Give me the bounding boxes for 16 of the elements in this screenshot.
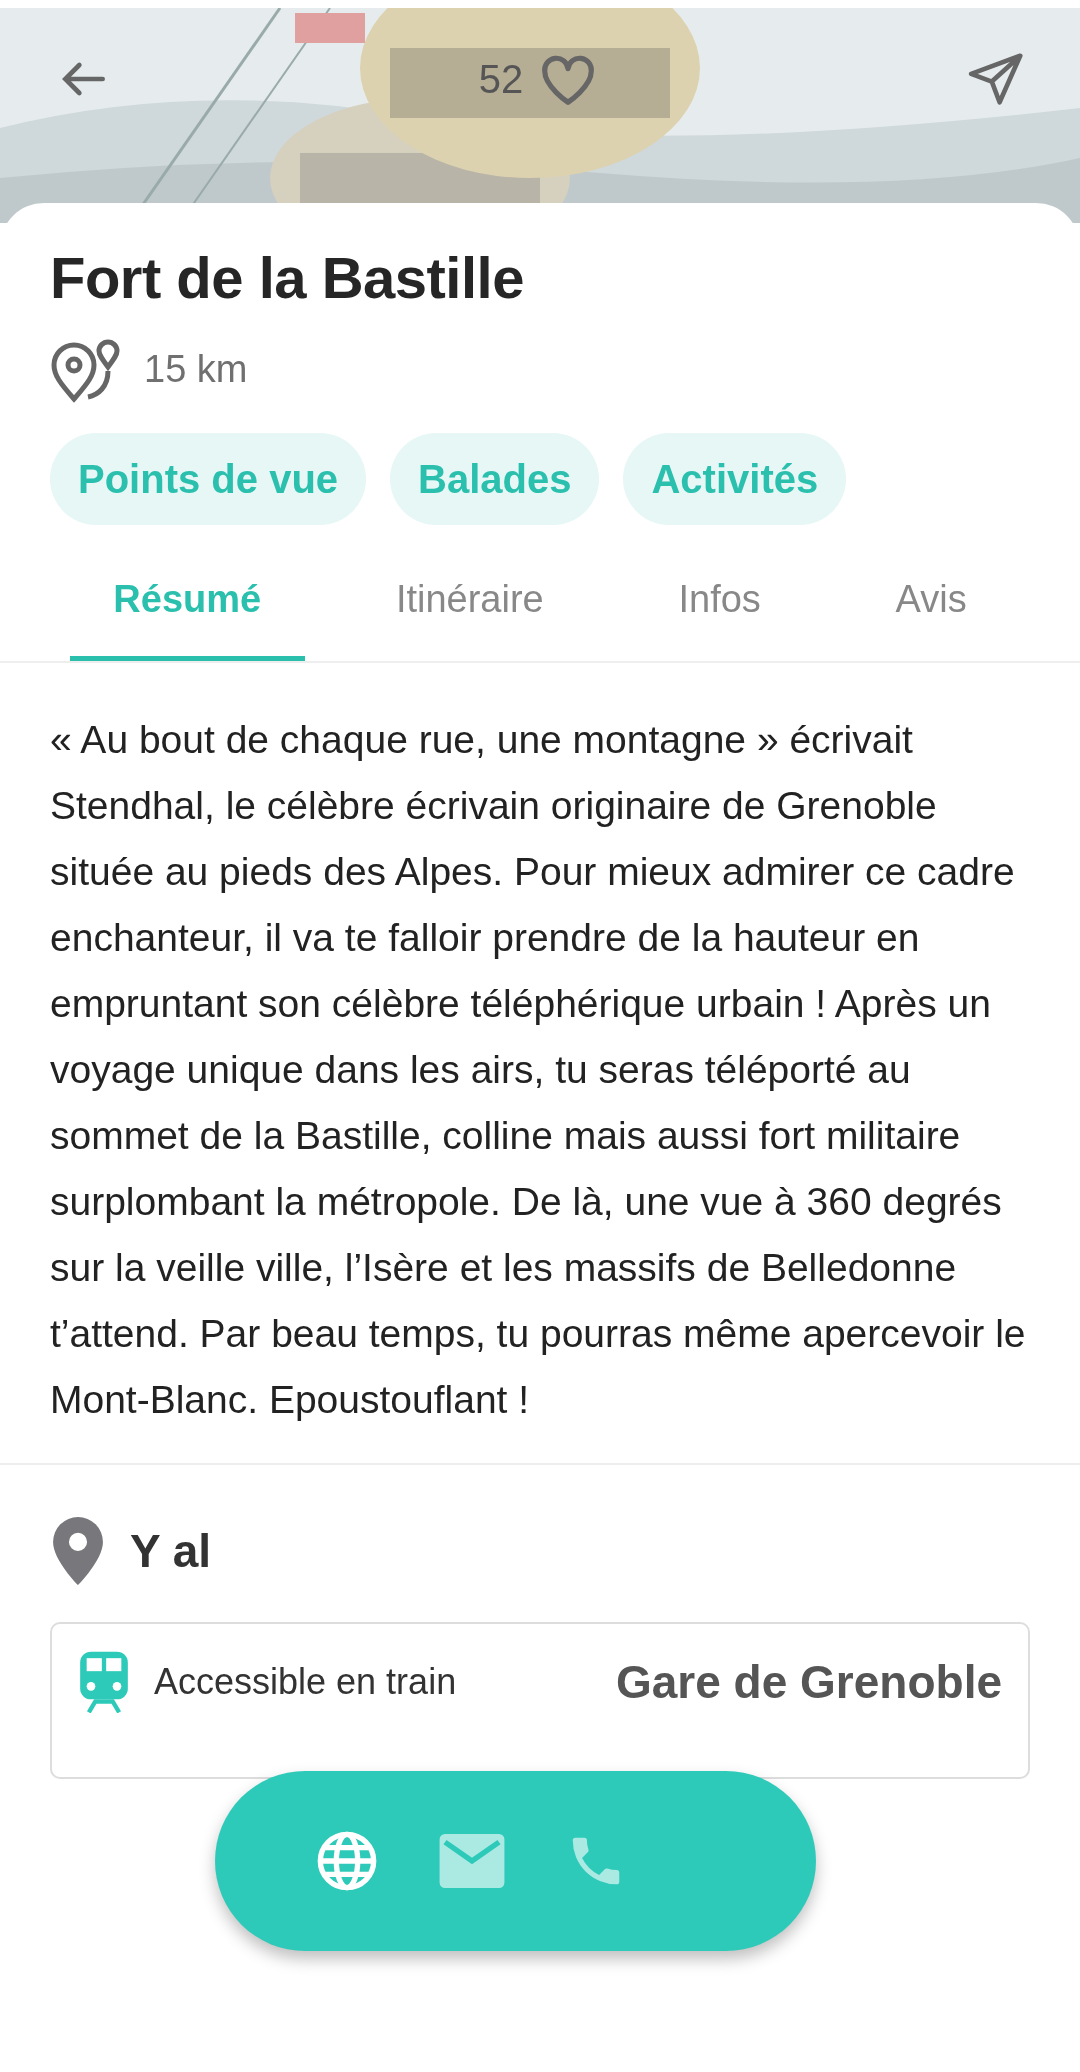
tab[interactable]: Itinéraire	[352, 548, 588, 661]
description-text: « Au bout de chaque rue, une montagne » écrivait Stendhal, le célèbre écrivain originaire de Grenoble située au pieds des Alpes. Pour mieux admirer ce cadre enchanteur, il va te falloir prendre de la hauteur en empruntant son célèbre téléphérique urbain ! Après un voyage unique dans les airs, tu seras téléporté au sommet de la Bastille, colline mais aussi fort militaire surplombant la métropole. De là, une vue à 360 degrés sur la veille ville, l’Isère et les massifs de Belledonne t’attend. Par beau temps, tu pourras même apercevoir le Mont-Blanc. Epoustouflant !	[49, 716, 1027, 1423]
tab[interactable]: Avis	[852, 548, 1010, 661]
category-chip[interactable]: Balades	[390, 432, 600, 525]
section-heading: Y al	[130, 1523, 211, 1579]
category-chip[interactable]: Points de vue	[50, 432, 367, 525]
place-title: Fort de la Bastille	[49, 244, 525, 312]
distance-text: 15 km	[144, 347, 248, 393]
access-label: Accessible en train	[154, 1660, 457, 1705]
like-count: 52	[478, 56, 524, 103]
location-pin-icon	[50, 1517, 106, 1586]
station-name: Gare de Grenoble	[616, 1654, 1002, 1710]
tab[interactable]: Résumé	[70, 548, 305, 661]
category-chip[interactable]: Activités	[623, 432, 847, 525]
train-icon	[78, 1651, 130, 1714]
tab[interactable]: Infos	[635, 548, 805, 661]
